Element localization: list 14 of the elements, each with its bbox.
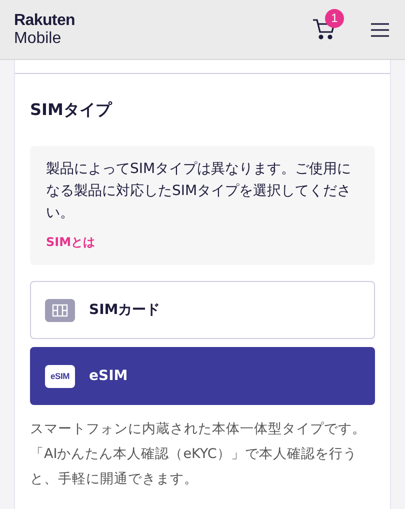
logo-text: Mobile [14,30,62,46]
sim-info-link[interactable]: SIMとは [46,234,96,251]
esim-icon: eSIM [45,364,75,388]
sim-type-option[interactable]: eSIM eSIM [30,347,375,405]
option-description: スマートフォンに内蔵された本体一体型タイプです。「AIかんたん本人確認（eKYC）」で本人確認を行うと、手軽に開通できます。 [30,420,367,489]
menu-icon [371,22,389,38]
section-title: SIMタイプ [30,99,114,121]
cart-count-badge: 1 [325,8,344,28]
cart-button[interactable]: 1 [311,8,345,42]
info-text: 製品によってSIMタイプは異なります。ご使用になる製品に対応したSIMタイプを選択してください。 [46,160,352,223]
sim-card-icon [45,298,75,322]
logo-text: Rakuten [14,12,76,28]
sim-type-option[interactable]: SIMカード [30,281,375,339]
menu-button[interactable] [371,22,391,38]
